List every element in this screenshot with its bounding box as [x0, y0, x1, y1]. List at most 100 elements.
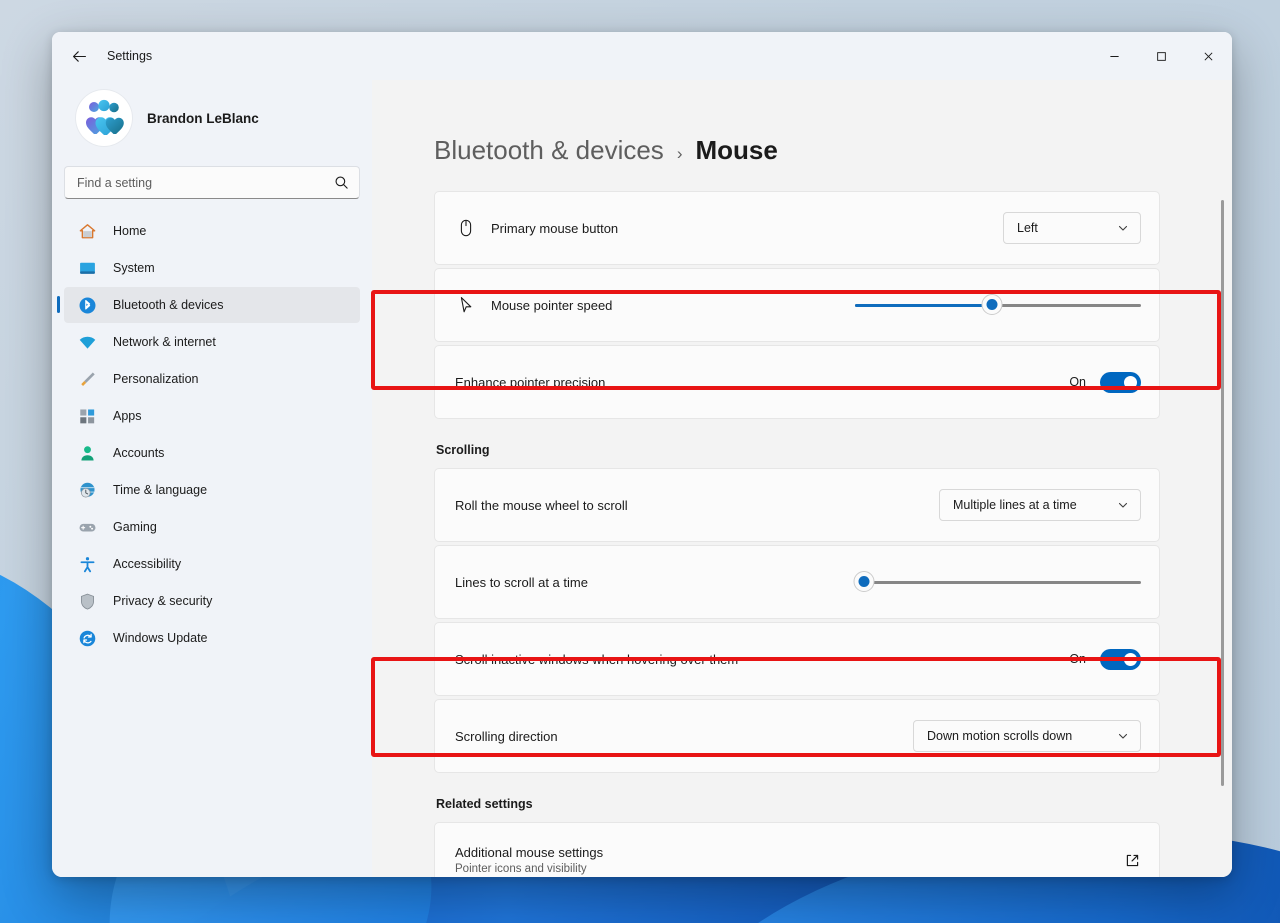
row-sublabel: Pointer icons and visibility — [455, 863, 587, 875]
mouse-pointer-speed-slider[interactable] — [855, 290, 1141, 320]
sidebar-item-label: System — [113, 261, 155, 275]
sidebar-item-gaming[interactable]: Gaming — [64, 509, 360, 545]
sidebar-item-label: Accounts — [113, 446, 165, 460]
toggle-state-label: On — [1069, 652, 1086, 666]
breadcrumb: Bluetooth & devices › Mouse — [434, 135, 1160, 166]
avatar — [76, 90, 132, 146]
sidebar-item-privacy-security[interactable]: Privacy & security — [64, 583, 360, 619]
sidebar-item-bluetooth-devices[interactable]: Bluetooth & devices — [57, 287, 360, 323]
chevron-down-icon — [1118, 502, 1128, 508]
system-monitor-icon — [78, 259, 97, 278]
row-label: Scroll inactive windows when hovering ov… — [455, 651, 739, 667]
sidebar-item-personalization[interactable]: Personalization — [64, 361, 360, 397]
settings-window: Settings Brandon LeBlanc Find a setting … — [52, 32, 1232, 877]
home-icon — [78, 222, 97, 241]
section-title-scrolling: Scrolling — [436, 443, 490, 457]
sidebar-nav: Home System Bluetooth & devices Network … — [57, 213, 360, 656]
sidebar-item-label: Privacy & security — [113, 594, 213, 608]
maximize-icon — [1157, 51, 1166, 61]
sidebar: Brandon LeBlanc Home — [52, 80, 372, 877]
row-label: Enhance pointer precision — [455, 374, 606, 390]
section-title-related: Related settings — [436, 797, 533, 811]
mouse-icon — [455, 218, 477, 238]
page-title: Mouse — [695, 135, 778, 165]
sidebar-item-label: Accessibility — [113, 557, 182, 571]
row-label: Additional mouse settings — [455, 845, 604, 860]
lines-to-scroll-slider[interactable] — [853, 567, 1141, 597]
row-scroll-inactive-windows[interactable]: Scroll inactive windows when hovering ov… — [434, 622, 1160, 696]
breadcrumb-separator-icon: › — [676, 144, 683, 163]
chevron-down-icon — [1118, 733, 1128, 739]
toggle-switch[interactable] — [1100, 371, 1141, 393]
slider-thumb[interactable] — [853, 571, 875, 592]
roll-mouse-wheel-dropdown[interactable]: Multiple lines at a time — [939, 489, 1141, 521]
sidebar-item-label: Windows Update — [113, 631, 208, 645]
title-bar: Settings — [52, 32, 1232, 80]
search-icon — [335, 176, 348, 189]
search-box[interactable] — [64, 166, 360, 199]
sidebar-item-accessibility[interactable]: Accessibility — [64, 546, 360, 582]
sidebar-item-label: Bluetooth & devices — [113, 298, 224, 312]
gamepad-icon — [78, 518, 97, 537]
scroll-inactive-toggle[interactable]: On — [1069, 648, 1141, 670]
toggle-state-label: On — [1069, 375, 1086, 389]
bluetooth-icon — [78, 296, 97, 315]
apps-icon — [78, 407, 97, 426]
dropdown-value: Multiple lines at a time — [953, 498, 1077, 512]
row-enhance-pointer-precision[interactable]: Enhance pointer precision On — [434, 345, 1160, 419]
sidebar-item-home[interactable]: Home — [64, 213, 360, 249]
slider-thumb[interactable] — [981, 294, 1003, 315]
minimize-button[interactable] — [1091, 32, 1138, 80]
window-controls — [1091, 32, 1232, 80]
sidebar-item-accounts[interactable]: Accounts — [64, 435, 360, 471]
row-label: Roll the mouse wheel to scroll — [455, 497, 628, 513]
sidebar-item-network-internet[interactable]: Network & internet — [64, 324, 360, 360]
update-refresh-icon — [78, 629, 97, 648]
dropdown-value: Down motion scrolls down — [927, 729, 1073, 743]
sidebar-item-windows-update[interactable]: Windows Update — [64, 620, 360, 656]
enhance-pointer-precision-toggle[interactable]: On — [1069, 371, 1141, 393]
person-icon — [78, 444, 97, 463]
slider-fill — [855, 303, 993, 307]
row-mouse-pointer-speed[interactable]: Mouse pointer speed — [434, 268, 1160, 342]
primary-mouse-button-dropdown[interactable]: Left — [1003, 212, 1141, 244]
toggle-switch[interactable] — [1100, 648, 1141, 670]
chevron-down-icon — [1118, 225, 1128, 231]
dropdown-value: Left — [1017, 221, 1038, 235]
sidebar-item-time-language[interactable]: Time & language — [64, 472, 360, 508]
sidebar-item-label: Personalization — [113, 372, 199, 386]
sidebar-item-system[interactable]: System — [64, 250, 360, 286]
row-label: Primary mouse button — [491, 220, 619, 236]
slider-track — [855, 580, 1141, 584]
sidebar-item-label: Network & internet — [113, 335, 216, 349]
row-additional-mouse-settings[interactable]: Additional mouse settings Pointer icons … — [434, 822, 1160, 877]
cursor-arrow-icon — [455, 295, 477, 315]
search-input[interactable] — [64, 166, 360, 199]
sidebar-item-label: Gaming — [113, 520, 157, 534]
main-scrollbar[interactable] — [1221, 200, 1224, 786]
back-button[interactable] — [62, 41, 96, 71]
wifi-icon — [78, 333, 97, 352]
sidebar-item-label: Home — [113, 224, 147, 238]
row-label: Mouse pointer speed — [491, 297, 613, 313]
window-title: Settings — [107, 49, 153, 63]
clock-globe-icon — [78, 481, 97, 500]
row-lines-to-scroll[interactable]: Lines to scroll at a time — [434, 545, 1160, 619]
sidebar-item-label: Apps — [113, 409, 142, 423]
close-button[interactable] — [1185, 32, 1232, 80]
shield-icon — [78, 592, 97, 611]
row-roll-mouse-wheel[interactable]: Roll the mouse wheel to scroll Multiple … — [434, 468, 1160, 542]
breadcrumb-parent[interactable]: Bluetooth & devices — [434, 135, 664, 166]
row-label: Lines to scroll at a time — [455, 574, 588, 590]
row-scrolling-direction[interactable]: Scrolling direction Down motion scrolls … — [434, 699, 1160, 773]
account-name: Brandon LeBlanc — [147, 110, 259, 126]
row-primary-mouse-button[interactable]: Primary mouse button Left — [434, 191, 1160, 265]
account-block[interactable]: Brandon LeBlanc — [64, 80, 360, 160]
scrolling-direction-dropdown[interactable]: Down motion scrolls down — [913, 720, 1141, 752]
back-arrow-icon — [72, 50, 86, 62]
sidebar-item-apps[interactable]: Apps — [64, 398, 360, 434]
external-link-icon[interactable] — [1124, 852, 1141, 869]
maximize-button[interactable] — [1138, 32, 1185, 80]
row-label: Scrolling direction — [455, 728, 558, 744]
minimize-icon — [1110, 55, 1119, 57]
